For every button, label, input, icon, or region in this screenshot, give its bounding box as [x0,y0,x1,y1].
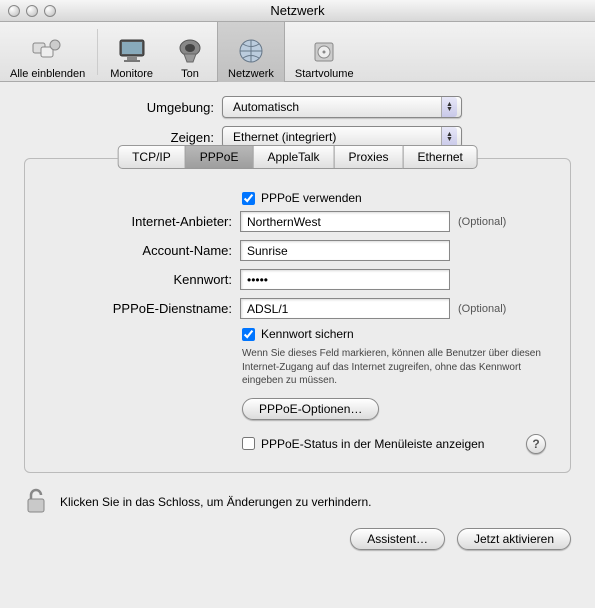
toolbar-label: Ton [181,68,199,80]
lock-row: Klicken Sie in das Schloss, um Änderunge… [0,473,595,528]
toolbar-network[interactable]: Netzwerk [217,22,285,82]
titlebar: Netzwerk [0,0,595,22]
settings-group: TCP/IP PPPoE AppleTalk Proxies Ethernet … [24,158,571,473]
toolbar-separator [97,29,98,75]
tab-tcpip[interactable]: TCP/IP [117,145,185,169]
globe-icon [234,34,268,68]
show-status-checkbox[interactable] [242,437,255,450]
toolbar-label: Netzwerk [228,68,274,80]
service-label: PPPoE-Dienstname: [45,301,240,316]
toolbar-sound[interactable]: Ton [163,22,217,82]
show-all-icon [31,34,65,68]
optional-hint: (Optional) [458,216,506,228]
popup-arrows-icon: ▲▼ [441,127,457,147]
help-button[interactable]: ? [526,434,546,454]
toolbar-displays[interactable]: Monitore [100,22,163,82]
tab-bar: TCP/IP PPPoE AppleTalk Proxies Ethernet [117,145,478,169]
tab-pppoe[interactable]: PPPoE [185,145,253,169]
location-popup[interactable]: Automatisch ▲▼ [222,96,462,118]
use-pppoe-checkbox[interactable] [242,192,255,205]
account-field[interactable] [240,240,450,261]
toolbar-label: Monitore [110,68,153,80]
show-status-label: PPPoE-Status in der Menüleiste anzeigen [261,437,484,451]
save-password-checkbox[interactable] [242,328,255,341]
popup-arrows-icon: ▲▼ [441,97,457,117]
provider-label: Internet-Anbieter: [45,214,240,229]
use-pppoe-label: PPPoE verwenden [261,191,362,205]
location-label: Umgebung: [24,100,222,115]
apply-now-button[interactable]: Jetzt aktivieren [457,528,571,550]
toolbar-show-all[interactable]: Alle einblenden [0,22,95,82]
pppoe-options-button[interactable]: PPPoE-Optionen… [242,398,379,420]
lock-icon[interactable] [24,487,60,518]
window-title: Netzwerk [0,3,595,18]
show-label: Zeigen: [24,130,222,145]
disk-icon [307,34,341,68]
footer: Assistent… Jetzt aktivieren [0,528,595,562]
account-label: Account-Name: [45,243,240,258]
toolbar: Alle einblenden Monitore Ton Netzwerk St… [0,22,595,82]
tab-appletalk[interactable]: AppleTalk [252,145,333,169]
tab-ethernet[interactable]: Ethernet [403,145,478,169]
toolbar-label: Startvolume [295,68,354,80]
speaker-icon [173,34,207,68]
lock-text: Klicken Sie in das Schloss, um Änderunge… [60,495,372,509]
save-password-note: Wenn Sie dieses Feld markieren, können a… [242,347,542,388]
optional-hint: (Optional) [458,303,506,315]
toolbar-startup-disk[interactable]: Startvolume [285,22,364,82]
location-value: Automatisch [233,100,299,114]
toolbar-label: Alle einblenden [10,68,85,80]
assistant-button[interactable]: Assistent… [350,528,445,550]
show-value: Ethernet (integriert) [233,130,336,144]
service-field[interactable] [240,298,450,319]
display-icon [115,34,149,68]
password-field[interactable] [240,269,450,290]
save-password-label: Kennwort sichern [261,327,354,341]
provider-field[interactable] [240,211,450,232]
password-label: Kennwort: [45,272,240,287]
tab-proxies[interactable]: Proxies [334,145,403,169]
